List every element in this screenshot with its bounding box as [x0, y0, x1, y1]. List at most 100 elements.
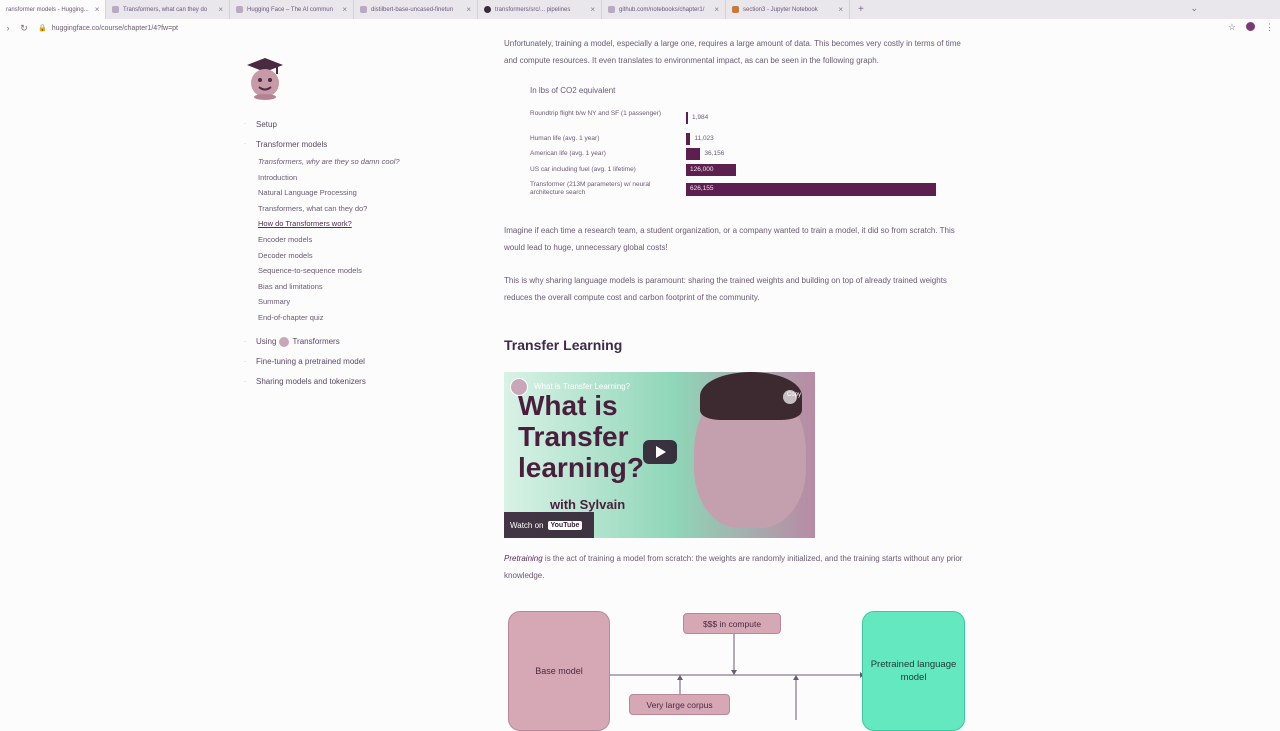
forward-icon[interactable]: › — [0, 23, 16, 33]
close-icon[interactable]: × — [832, 5, 843, 14]
browser-tab-strip: ransformer models - Hugging... × Transfo… — [0, 0, 1280, 19]
browser-toolbar: ☆ ⋮ — [1228, 22, 1274, 33]
sidebar-item-introduction[interactable]: Introduction — [244, 170, 444, 186]
play-button[interactable] — [643, 440, 677, 464]
chart-bar — [686, 183, 936, 196]
sidebar-section-label: Sharing models and tokenizers — [256, 377, 366, 387]
corpus-node: Very large corpus — [629, 694, 730, 715]
close-icon[interactable]: × — [212, 5, 223, 14]
copy-link-label: Copy — [786, 392, 801, 398]
bullet-icon: · — [244, 121, 246, 127]
chart-category-label: Transformer (213M parameters) w/ neural … — [530, 181, 651, 196]
sidebar-section-using-transformers[interactable]: · Using Transformers — [244, 332, 444, 352]
chart-category-label: Roundtrip flight b/w NY and SF (1 passen… — [530, 110, 662, 117]
chart-value-label: 126,000 — [690, 166, 714, 173]
chart-title: In lbs of CO2 equivalent — [530, 86, 616, 95]
base-model-node: Base model — [508, 611, 610, 731]
close-icon[interactable]: × — [336, 5, 347, 14]
video-embed[interactable]: What is Transfer Learning? What is Trans… — [504, 372, 815, 538]
pretraining-diagram: Base model $$$ in compute Very large cor… — [504, 606, 974, 731]
sidebar-section-label: Setup — [256, 119, 277, 129]
paragraph-sharing-models: This is why sharing language models is p… — [504, 276, 947, 302]
co2-bar-chart: In lbs of CO2 equivalent Roundtrip fligh… — [528, 84, 948, 204]
pretraining-term: Pretraining — [504, 554, 543, 563]
bullet-icon: · — [244, 338, 246, 345]
new-tab-button[interactable]: + — [850, 4, 872, 15]
tab-label: section3 - Jupyter Notebook — [743, 6, 818, 13]
course-logo[interactable] — [246, 56, 284, 100]
url-text: huggingface.co/course/chapter1/4?fw=pt — [51, 24, 178, 32]
pretrained-model-node: Pretrained language model — [862, 611, 965, 731]
close-icon[interactable]: × — [89, 5, 100, 14]
sidebar-section-label: Transformers — [292, 337, 340, 347]
paragraph-global-costs: Imagine if each time a research team, a … — [504, 226, 955, 252]
chart-bar — [686, 112, 688, 124]
close-icon[interactable]: × — [708, 5, 719, 14]
sidebar-item-seq2seq-models[interactable]: Sequence-to-sequence models — [244, 263, 444, 279]
jupyter-icon — [732, 6, 739, 13]
chart-category-label: US car including fuel (avg. 1 lifetime) — [530, 166, 636, 173]
tab-distilbert[interactable]: distilbert-base-uncased-finetun × — [354, 0, 478, 19]
chart-value-label: 11,023 — [694, 135, 714, 142]
watch-on-youtube-button[interactable]: Watch on YouTube — [504, 512, 594, 538]
sidebar-section-label: Transformer models — [256, 139, 328, 149]
tab-jupyter-notebook[interactable]: section3 - Jupyter Notebook × — [726, 0, 850, 19]
favicon-icon — [236, 6, 243, 13]
sidebar-item-why-cool[interactable]: Transformers, why are they so damn cool? — [244, 154, 444, 170]
chart-value-label: 36,156 — [704, 150, 725, 157]
sidebar-section-label: Using — [256, 337, 277, 347]
sidebar-item-summary[interactable]: Summary — [244, 294, 444, 310]
address-bar: › ↻ 🔒 huggingface.co/course/chapter1/4?f… — [0, 19, 1280, 37]
sidebar-item-quiz[interactable]: End-of-chapter quiz — [244, 310, 444, 326]
tab-label: transformers/src/... pipelines — [495, 6, 571, 13]
profile-avatar[interactable] — [1246, 22, 1255, 31]
section-heading-transfer-learning: Transfer Learning — [504, 337, 623, 353]
sidebar-item-encoder-models[interactable]: Encoder models — [244, 232, 444, 248]
tab-label: github.com/notebooks/chapter1/ — [619, 6, 705, 13]
tab-label: Transformers, what can they do — [123, 6, 208, 13]
sidebar-item-bias-limitations[interactable]: Bias and limitations — [244, 279, 444, 295]
sidebar-section-setup[interactable]: · Setup — [244, 114, 444, 134]
favicon-icon — [112, 6, 119, 13]
watch-on-label: Watch on — [510, 520, 544, 530]
tab-label: distilbert-base-uncased-finetun — [371, 6, 454, 13]
tab-label: ransformer models - Hugging... — [6, 6, 89, 13]
sidebar-section-sharing-models[interactable]: · Sharing models and tokenizers — [244, 372, 444, 392]
chart-value-label: 1,984 — [692, 114, 709, 121]
close-icon[interactable]: × — [584, 5, 595, 14]
video-title-line: What is — [518, 390, 618, 421]
sidebar-item-how-do-transformers-work[interactable]: How do Transformers work? — [244, 216, 444, 232]
extensions-icon[interactable]: ⋮ — [1265, 22, 1274, 33]
sidebar-section-fine-tuning[interactable]: · Fine-tuning a pretrained model — [244, 352, 444, 372]
video-title-line: Transfer — [518, 421, 629, 452]
tab-hugging-face[interactable]: Hugging Face – The AI commun × — [230, 0, 354, 19]
close-icon[interactable]: × — [460, 5, 471, 14]
bookmark-star-icon[interactable]: ☆ — [1228, 22, 1236, 33]
hugging-face-icon — [279, 336, 290, 347]
sidebar-section-transformer-models[interactable]: · Transformer models — [244, 134, 444, 154]
bullet-icon: · — [244, 141, 246, 147]
intro-paragraph: Unfortunately, training a model, especia… — [504, 39, 961, 65]
tab-transformers-what-can-they-do[interactable]: Transformers, what can they do × — [106, 0, 230, 19]
sidebar-item-what-can-they-do[interactable]: Transformers, what can they do? — [244, 201, 444, 217]
chart-category-label: Human life (avg. 1 year) — [530, 135, 600, 142]
tab-transformer-models[interactable]: ransformer models - Hugging... × — [0, 0, 106, 19]
chart-value-label: 626,155 — [690, 185, 714, 192]
video-presenter: with Sylvain — [550, 497, 626, 512]
video-title-line: learning? — [518, 452, 645, 483]
tab-search-icon[interactable]: ⌄ — [1190, 3, 1198, 14]
github-icon — [484, 6, 491, 13]
compute-node: $$$ in compute — [683, 613, 781, 634]
chart-bar — [686, 148, 701, 160]
favicon-icon — [608, 6, 615, 13]
tab-transformers-pipelines[interactable]: transformers/src/... pipelines × — [478, 0, 602, 19]
video-title: What is Transfer learning? — [518, 390, 644, 483]
url-field[interactable]: 🔒 huggingface.co/course/chapter1/4?fw=pt — [38, 24, 178, 33]
sidebar-section-label: Fine-tuning a pretrained model — [256, 357, 365, 367]
reload-icon[interactable]: ↻ — [16, 23, 32, 34]
pretraining-text: is the act of training a model from scra… — [504, 554, 963, 580]
tab-notebooks-chapter1[interactable]: github.com/notebooks/chapter1/ × — [602, 0, 726, 19]
sidebar-item-decoder-models[interactable]: Decoder models — [244, 248, 444, 264]
paragraph-pretraining: Pretraining is the act of training a mod… — [504, 551, 974, 584]
sidebar-item-nlp[interactable]: Natural Language Processing — [244, 185, 444, 201]
